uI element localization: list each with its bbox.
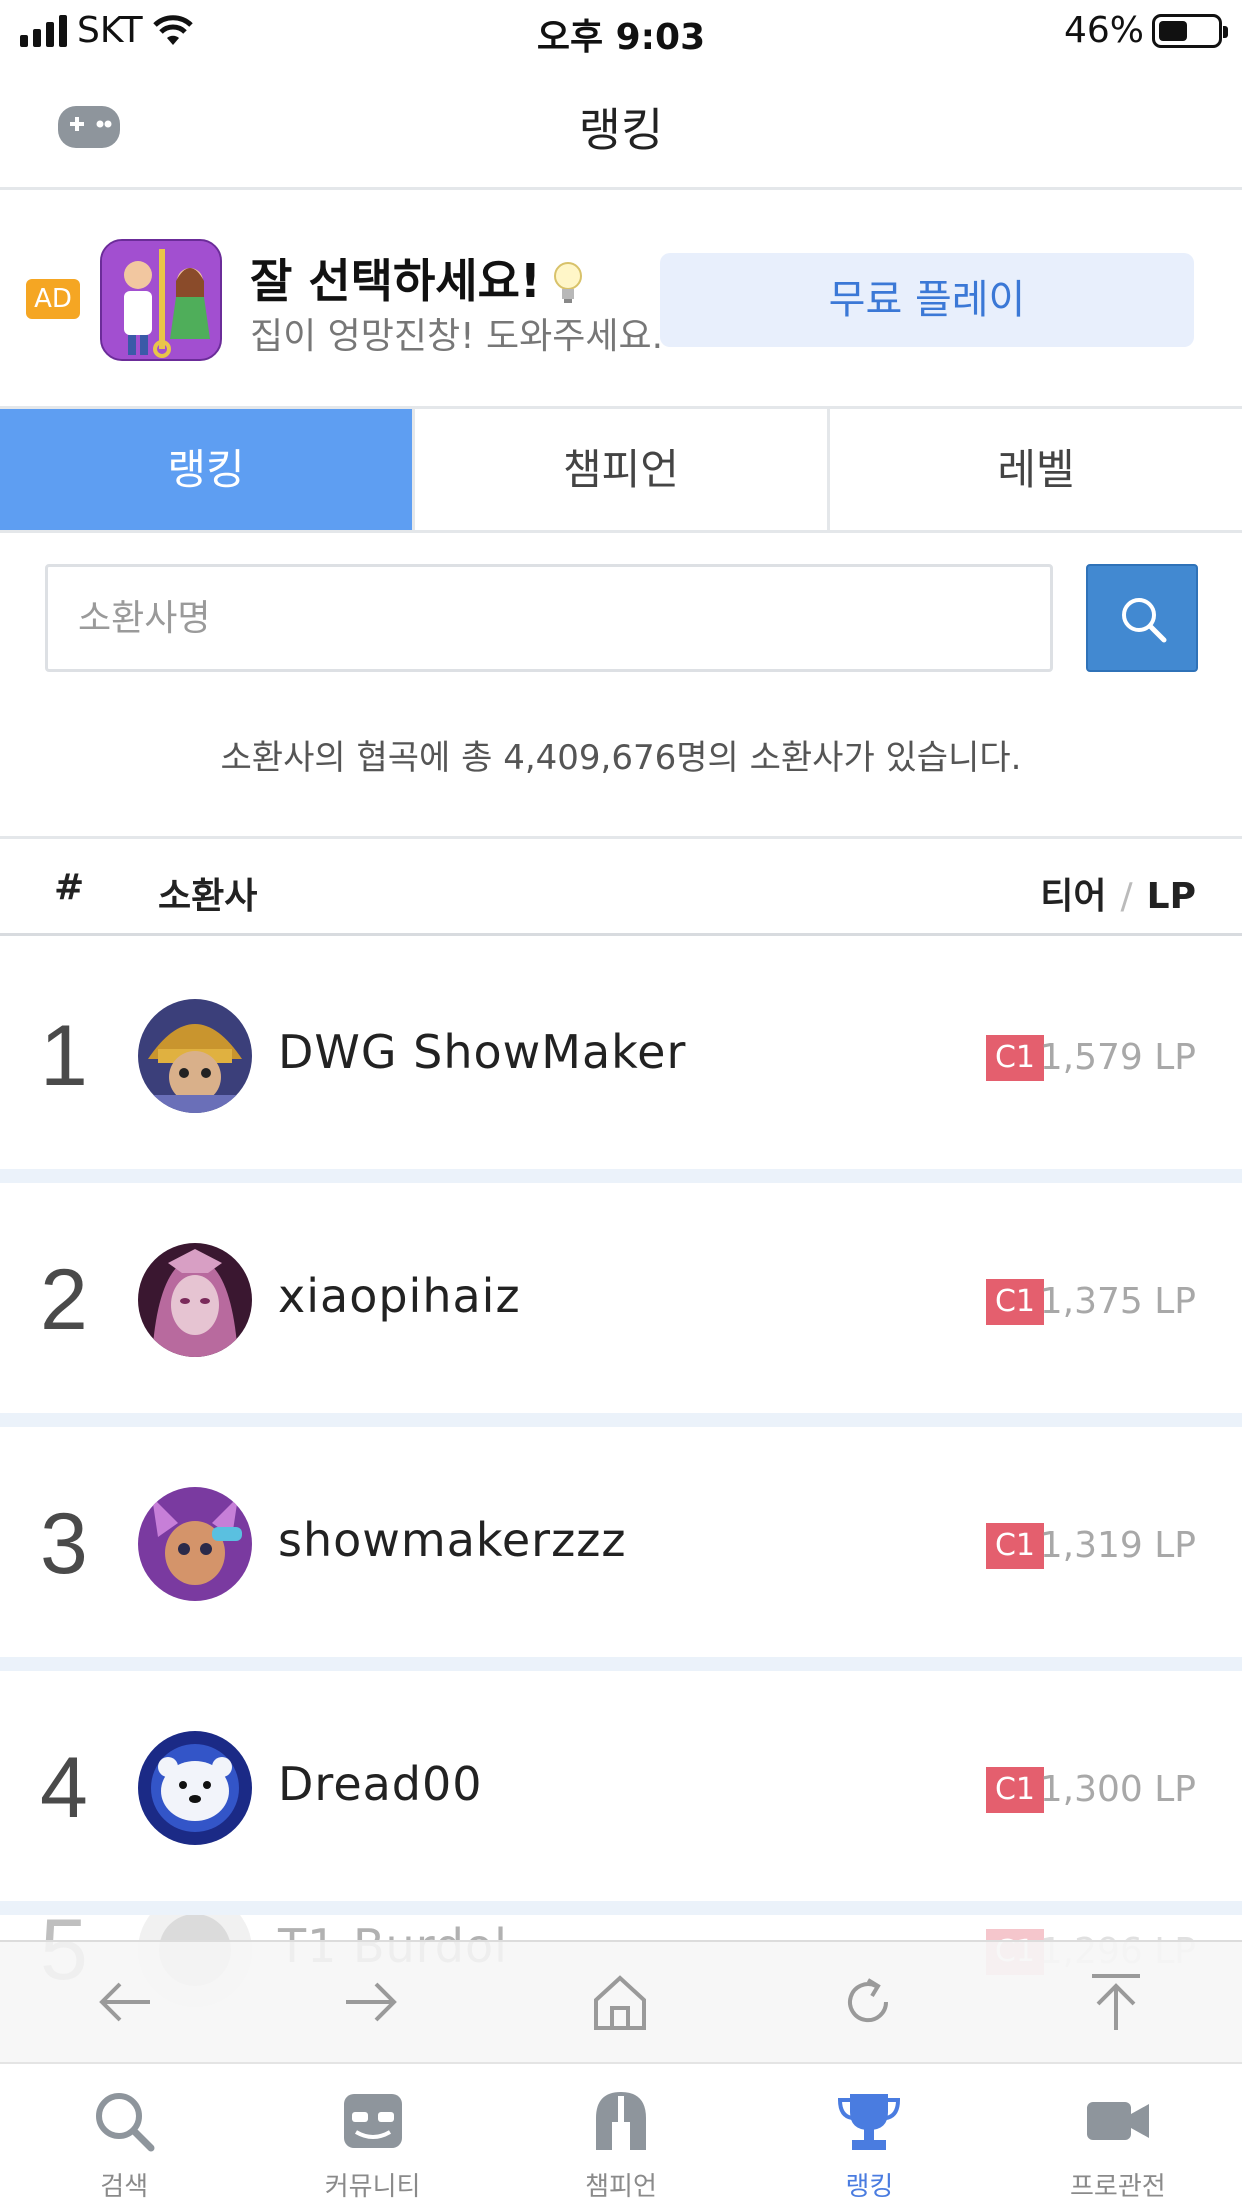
avatar bbox=[138, 1243, 252, 1357]
battery-icon bbox=[1152, 13, 1228, 48]
header-rank: # bbox=[54, 867, 85, 908]
avatar bbox=[138, 1731, 252, 1845]
browser-toolbar bbox=[0, 1940, 1242, 2062]
summoner-name[interactable]: showmakerzzz bbox=[278, 1513, 627, 1567]
home-icon[interactable] bbox=[590, 1972, 650, 2032]
avatar bbox=[138, 1487, 252, 1601]
nav-ranking[interactable]: 랭킹 bbox=[745, 2064, 993, 2208]
rank-number: 1 bbox=[40, 1008, 88, 1104]
summoner-search-input[interactable] bbox=[45, 564, 1053, 672]
header-summoner: 소환사 bbox=[158, 876, 258, 917]
tab-champion[interactable]: 챔피언 bbox=[415, 409, 830, 530]
community-icon bbox=[343, 2094, 402, 2148]
ranking-row[interactable]: 1 DWG ShowMaker C1 1,579 LP bbox=[0, 939, 1242, 1169]
header-tier-lp: 티어 / LP bbox=[1040, 876, 1196, 917]
nav-community[interactable]: 커뮤니티 bbox=[248, 2064, 496, 2208]
ranking-tabs: 랭킹 챔피언 레벨 bbox=[0, 409, 1242, 533]
lp-value: 1,300 LP bbox=[1039, 1769, 1196, 1810]
tab-level[interactable]: 레벨 bbox=[830, 409, 1242, 530]
search-icon bbox=[1122, 598, 1167, 643]
tier-badge: C1 bbox=[986, 1523, 1044, 1569]
summoner-name[interactable]: xiaopihaiz bbox=[278, 1269, 521, 1323]
trophy-icon bbox=[838, 2094, 901, 2150]
tier-badge: C1 bbox=[986, 1279, 1044, 1325]
nav-champion[interactable]: 챔피언 bbox=[497, 2064, 745, 2208]
search-icon bbox=[96, 2093, 155, 2152]
nav-search[interactable]: 검색 bbox=[0, 2064, 248, 2208]
ranking-row[interactable]: 4 Dread00 C1 1,300 LP bbox=[0, 1671, 1242, 1901]
battery-percent: 46% bbox=[1063, 10, 1144, 51]
helmet-icon bbox=[596, 2092, 647, 2150]
free-play-button[interactable]: 무료 플레이 bbox=[660, 253, 1194, 347]
nav-label: 커뮤니티 bbox=[324, 2172, 421, 2202]
refresh-icon[interactable] bbox=[838, 1972, 898, 2032]
battery-info: 46% bbox=[1063, 10, 1228, 51]
rank-number: 3 bbox=[40, 1496, 88, 1592]
lp-value: 1,375 LP bbox=[1039, 1281, 1196, 1322]
forward-arrow-icon[interactable] bbox=[340, 1972, 400, 2032]
nav-label: 챔피언 bbox=[585, 2172, 657, 2202]
ad-banner[interactable]: AD 잘 선택하세요! 집이 엉망진창! 도와주세요. 무료 플레이 bbox=[0, 193, 1242, 409]
ad-subtitle: 집이 엉망진창! 도와주세요. bbox=[250, 316, 664, 357]
nav-label: 랭킹 bbox=[845, 2172, 894, 2202]
back-arrow-icon[interactable] bbox=[96, 1972, 156, 2032]
ranking-row[interactable]: 2 xiaopihaiz C1 1,375 LP bbox=[0, 1183, 1242, 1413]
summoner-name[interactable]: Dread00 bbox=[278, 1757, 483, 1811]
status-bar: SKT 오후 9:03 46% bbox=[0, 0, 1242, 62]
rank-number: 4 bbox=[40, 1740, 88, 1836]
ranking-table-header: # 소환사 티어 / LP bbox=[0, 836, 1242, 936]
tab-ranking[interactable]: 랭킹 bbox=[0, 409, 415, 530]
ad-title: 잘 선택하세요! bbox=[250, 245, 585, 311]
row-divider bbox=[0, 1413, 1242, 1427]
rank-number: 2 bbox=[40, 1252, 88, 1348]
bottom-nav: 검색 커뮤니티 챔피언 랭킹 프로관전 bbox=[0, 2062, 1242, 2208]
tier-badge: C1 bbox=[986, 1767, 1044, 1813]
nav-label: 프로관전 bbox=[1069, 2172, 1166, 2202]
ranking-row[interactable]: 3 showmakerzzz C1 1,319 LP bbox=[0, 1427, 1242, 1657]
top-header: 랭킹 bbox=[0, 62, 1242, 190]
row-divider bbox=[0, 1901, 1242, 1915]
row-divider bbox=[0, 1169, 1242, 1183]
page-title: 랭킹 bbox=[578, 103, 664, 157]
search-button[interactable] bbox=[1086, 564, 1198, 672]
nav-label: 검색 bbox=[100, 2172, 149, 2202]
nav-pro-spectate[interactable]: 프로관전 bbox=[994, 2064, 1242, 2208]
scroll-top-icon[interactable] bbox=[1086, 1972, 1146, 2032]
avatar bbox=[138, 999, 252, 1113]
lightbulb-icon bbox=[553, 262, 582, 303]
ad-badge: AD bbox=[26, 279, 80, 319]
tier-badge: C1 bbox=[986, 1035, 1044, 1081]
summoner-count-summary: 소환사의 협곡에 총 4,409,676명의 소환사가 있습니다. bbox=[220, 738, 1022, 778]
summoner-name[interactable]: DWG ShowMaker bbox=[278, 1025, 686, 1079]
video-camera-icon bbox=[1086, 2102, 1149, 2140]
clock: 오후 9:03 bbox=[536, 17, 706, 58]
ad-app-icon[interactable] bbox=[100, 239, 222, 361]
lp-value: 1,579 LP bbox=[1039, 1037, 1196, 1078]
row-divider bbox=[0, 1657, 1242, 1671]
lp-value: 1,319 LP bbox=[1039, 1525, 1196, 1566]
